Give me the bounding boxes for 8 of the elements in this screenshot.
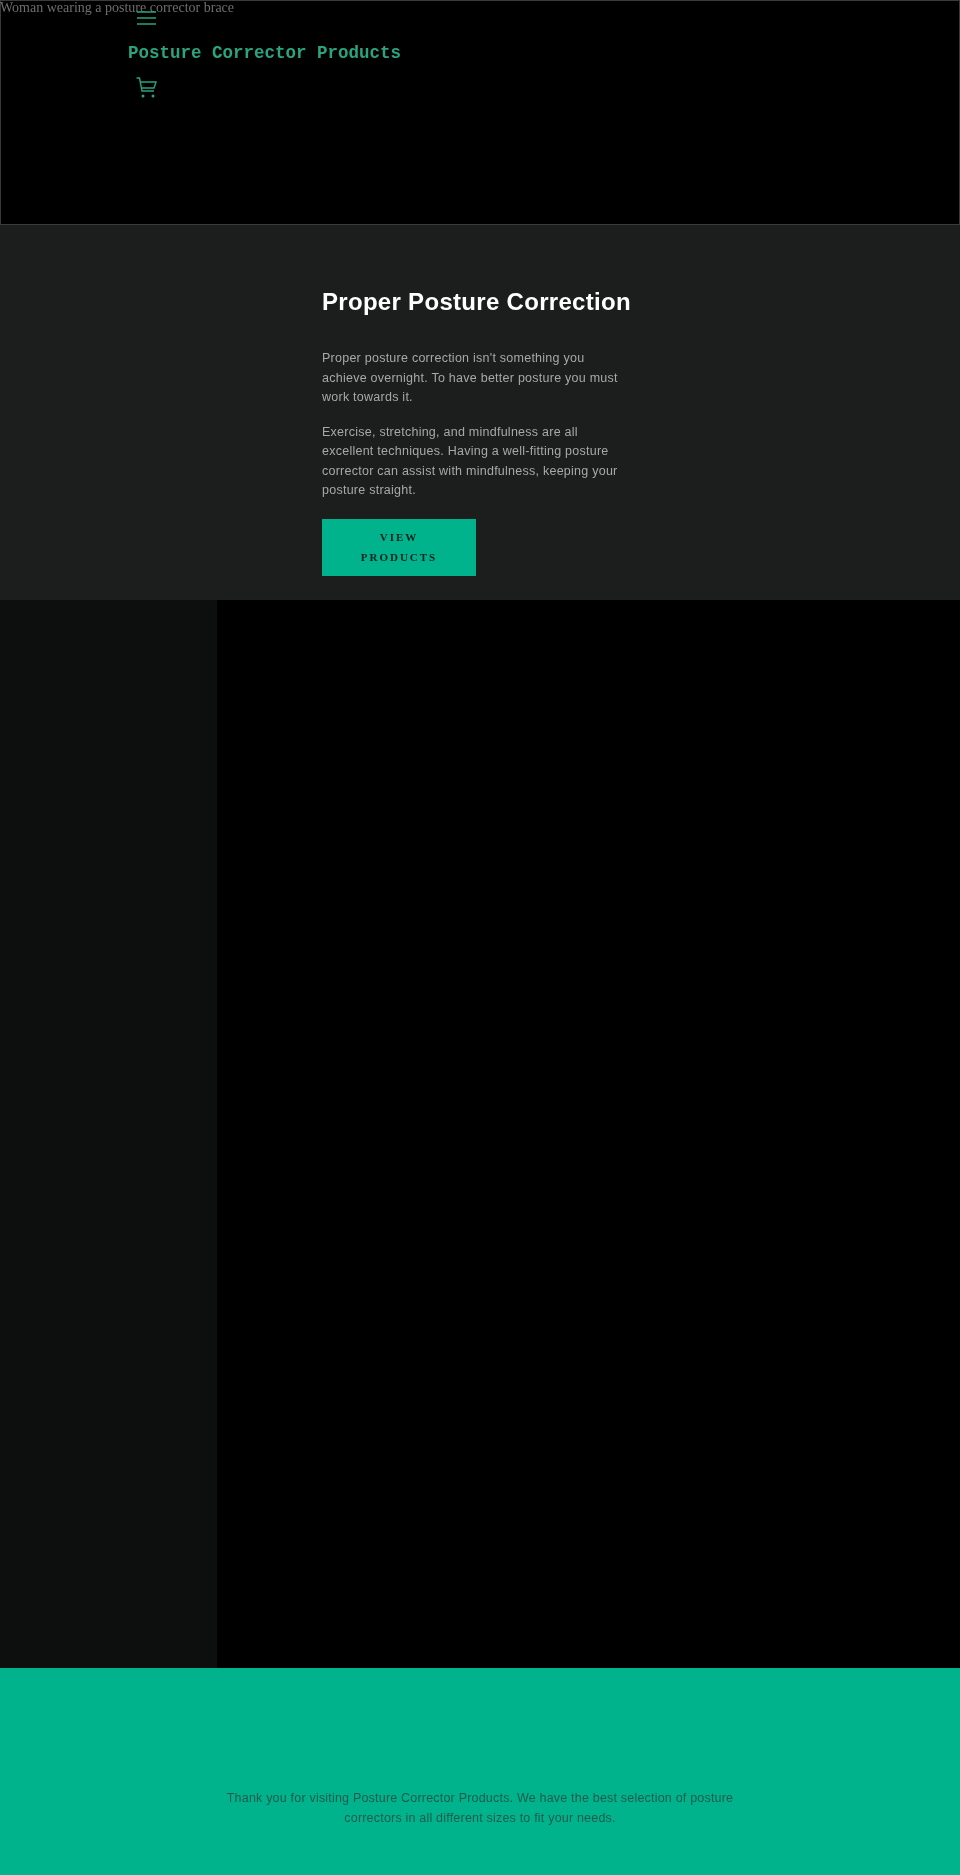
cart-icon[interactable] [136,77,157,99]
image-alt-text: Woman wearing a posture corrector brace [0,0,235,16]
body-paragraph: Exercise, stretching, and mindfulness are all excellent techniques. Having a well-fitting posture corrector can assist with mindfulness, keeping your posture straight. [322,423,619,499]
view-products-button[interactable]: VIEW PRODUCTS [322,518,476,576]
footer-text: Thank you for visiting Posture Corrector Products. We have the best selection of posture correctors in all different sizes to fit your needs. [225,1790,735,1827]
site-title[interactable]: Posture Corrector Products [128,43,402,63]
section-heading: Proper Posture Correction [322,288,632,316]
body-paragraph: Proper posture correction isn't something you achieve overnight. To have better posture you must work towards it. [322,350,619,406]
